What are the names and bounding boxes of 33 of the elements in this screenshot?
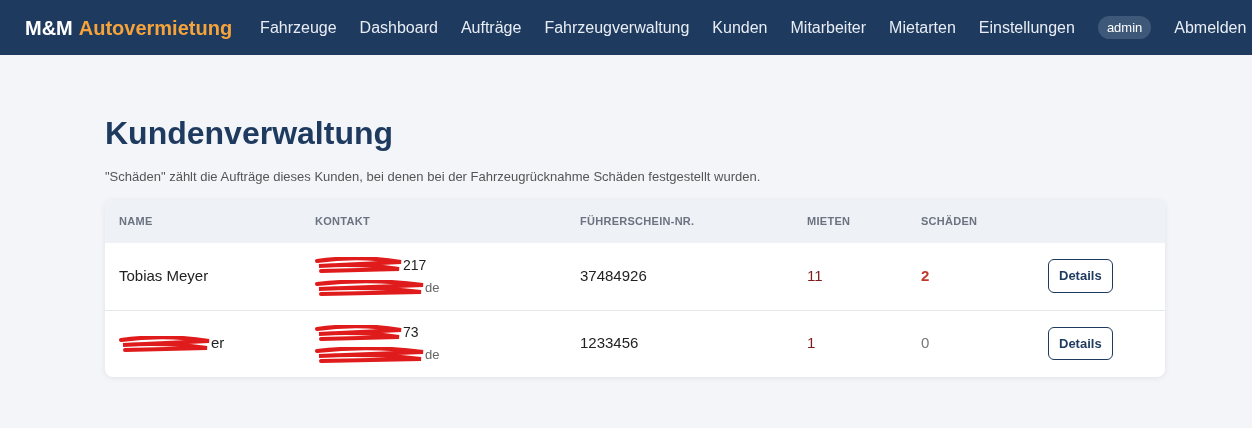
nav-link[interactable]: Mitarbeiter (790, 15, 867, 40)
email-address: de (425, 278, 440, 297)
column-header: NAME (119, 213, 154, 229)
nav-link[interactable]: Fahrzeugverwaltung (544, 15, 690, 40)
logout-link[interactable]: Abmelden (1174, 15, 1247, 40)
nav-link[interactable]: Dashboard (359, 15, 438, 40)
column-header: SCHÄDEN (921, 213, 979, 229)
column-header: FÜHRERSCHEIN-NR. (580, 213, 696, 229)
details-button[interactable]: Details (1048, 326, 1113, 361)
license-number: 37484926 (580, 265, 648, 286)
nav-link[interactable]: Einstellungen (978, 15, 1075, 40)
customer-name: Tobias Meyer (119, 265, 209, 286)
phone-number: 73 (403, 323, 419, 343)
rental-count: 11 (807, 265, 824, 286)
column-header: KONTAKT (315, 213, 371, 229)
page-title: Kundenverwaltung (105, 114, 394, 153)
nav-link[interactable]: Mietarten (889, 15, 956, 40)
license-number: 1233456 (580, 333, 640, 354)
nav-link[interactable]: Kunden (712, 15, 768, 40)
page-note: "Schäden" zählt die Aufträge dieses Kunden, bei denen bei der Fahrzeugrücknahme Schäden festgestellt wurden. (105, 168, 762, 186)
damage-count: 0 (921, 333, 931, 354)
column-header: MIETEN (807, 213, 852, 229)
nav-link[interactable]: Aufträge (460, 15, 522, 40)
customer-name: er (211, 333, 225, 354)
details-button[interactable]: Details (1048, 259, 1113, 293)
rental-count: 1 (807, 333, 817, 354)
damage-count: 2 (921, 265, 931, 286)
brand-name: M&M (25, 15, 73, 41)
nav-link[interactable]: Fahrzeuge (260, 15, 337, 40)
user-badge: admin (1097, 15, 1152, 40)
email-address: de (425, 346, 440, 365)
phone-number: 217 (403, 255, 427, 275)
brand-name: Autovermietung (78, 15, 233, 41)
